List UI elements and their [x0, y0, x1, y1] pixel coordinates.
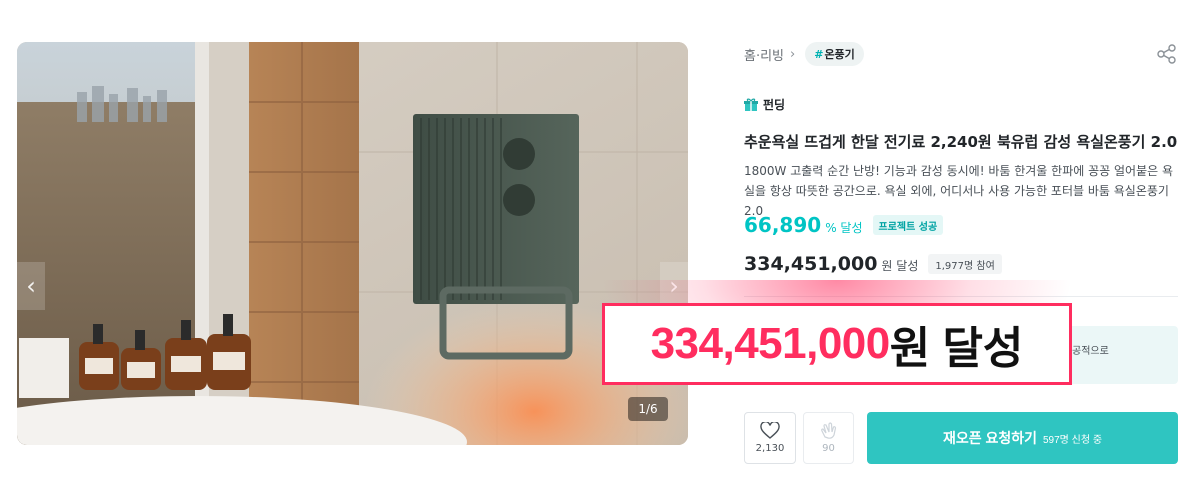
project-description: 1800W 고출력 순간 난방! 기능과 감성 동시에! 바툼 한겨울 한파에 … [744, 164, 1174, 218]
product-photo [17, 42, 688, 445]
gallery-prev-button[interactable]: ‹ [17, 262, 45, 310]
funded-amount: 334,451,000 원 달성 1,977명 참여 [744, 253, 1002, 275]
highlight-callout: 334,451,000 원 달성 [602, 303, 1072, 385]
amount-value: 334,451,000 [744, 253, 878, 275]
category-tag[interactable]: # 온풍기 [805, 42, 864, 66]
breadcrumb-category[interactable]: 홈·리빙 [744, 45, 784, 64]
rate-value: 66,890 [744, 213, 822, 237]
callout-amount: 334,451,000 [650, 319, 891, 368]
hash-symbol: # [814, 47, 824, 61]
notice-text: 공적으로 [1072, 346, 1109, 357]
divider [744, 296, 1178, 297]
reopen-request-button[interactable]: 재오픈 요청하기 597명 신청 중 [867, 412, 1178, 464]
like-button[interactable]: 2,130 [744, 412, 796, 464]
product-image-gallery[interactable]: ‹ › 1/6 [17, 42, 688, 445]
like-count: 2,130 [755, 443, 785, 454]
project-type-label: 펀딩 [763, 98, 786, 112]
cheer-count: 90 [822, 443, 835, 454]
achievement-rate: 66,890 % 달성 프로젝트 성공 [744, 213, 944, 237]
gift-icon [744, 98, 758, 111]
project-title: 추운욕실 뜨겁게 한달 전기료 2,240원 북유럽 감성 욕실온풍기 2.0 [744, 133, 1178, 151]
heart-icon [760, 422, 780, 439]
reopen-label: 재오픈 요청하기 [942, 430, 1037, 446]
share-icon[interactable] [1156, 43, 1178, 65]
project-type: 펀딩 [744, 96, 785, 113]
breadcrumb: 홈·리빙 › # 온풍기 [744, 42, 864, 66]
category-tag-label: 온풍기 [824, 48, 855, 61]
callout-suffix: 원 달성 [889, 324, 1024, 373]
participants-badge: 1,977명 참여 [928, 254, 1002, 274]
chevron-right-icon: › [669, 272, 679, 300]
success-badge: 프로젝트 성공 [872, 215, 944, 235]
chevron-left-icon: ‹ [26, 272, 36, 300]
cheer-button[interactable]: 90 [803, 412, 854, 464]
rate-unit: % 달성 [825, 221, 863, 235]
chevron-right-icon: › [790, 46, 796, 62]
amount-unit: 원 달성 [881, 259, 919, 273]
image-counter: 1/6 [628, 397, 668, 421]
clap-icon [820, 422, 836, 439]
reopen-subtext: 597명 신청 중 [1043, 434, 1103, 446]
